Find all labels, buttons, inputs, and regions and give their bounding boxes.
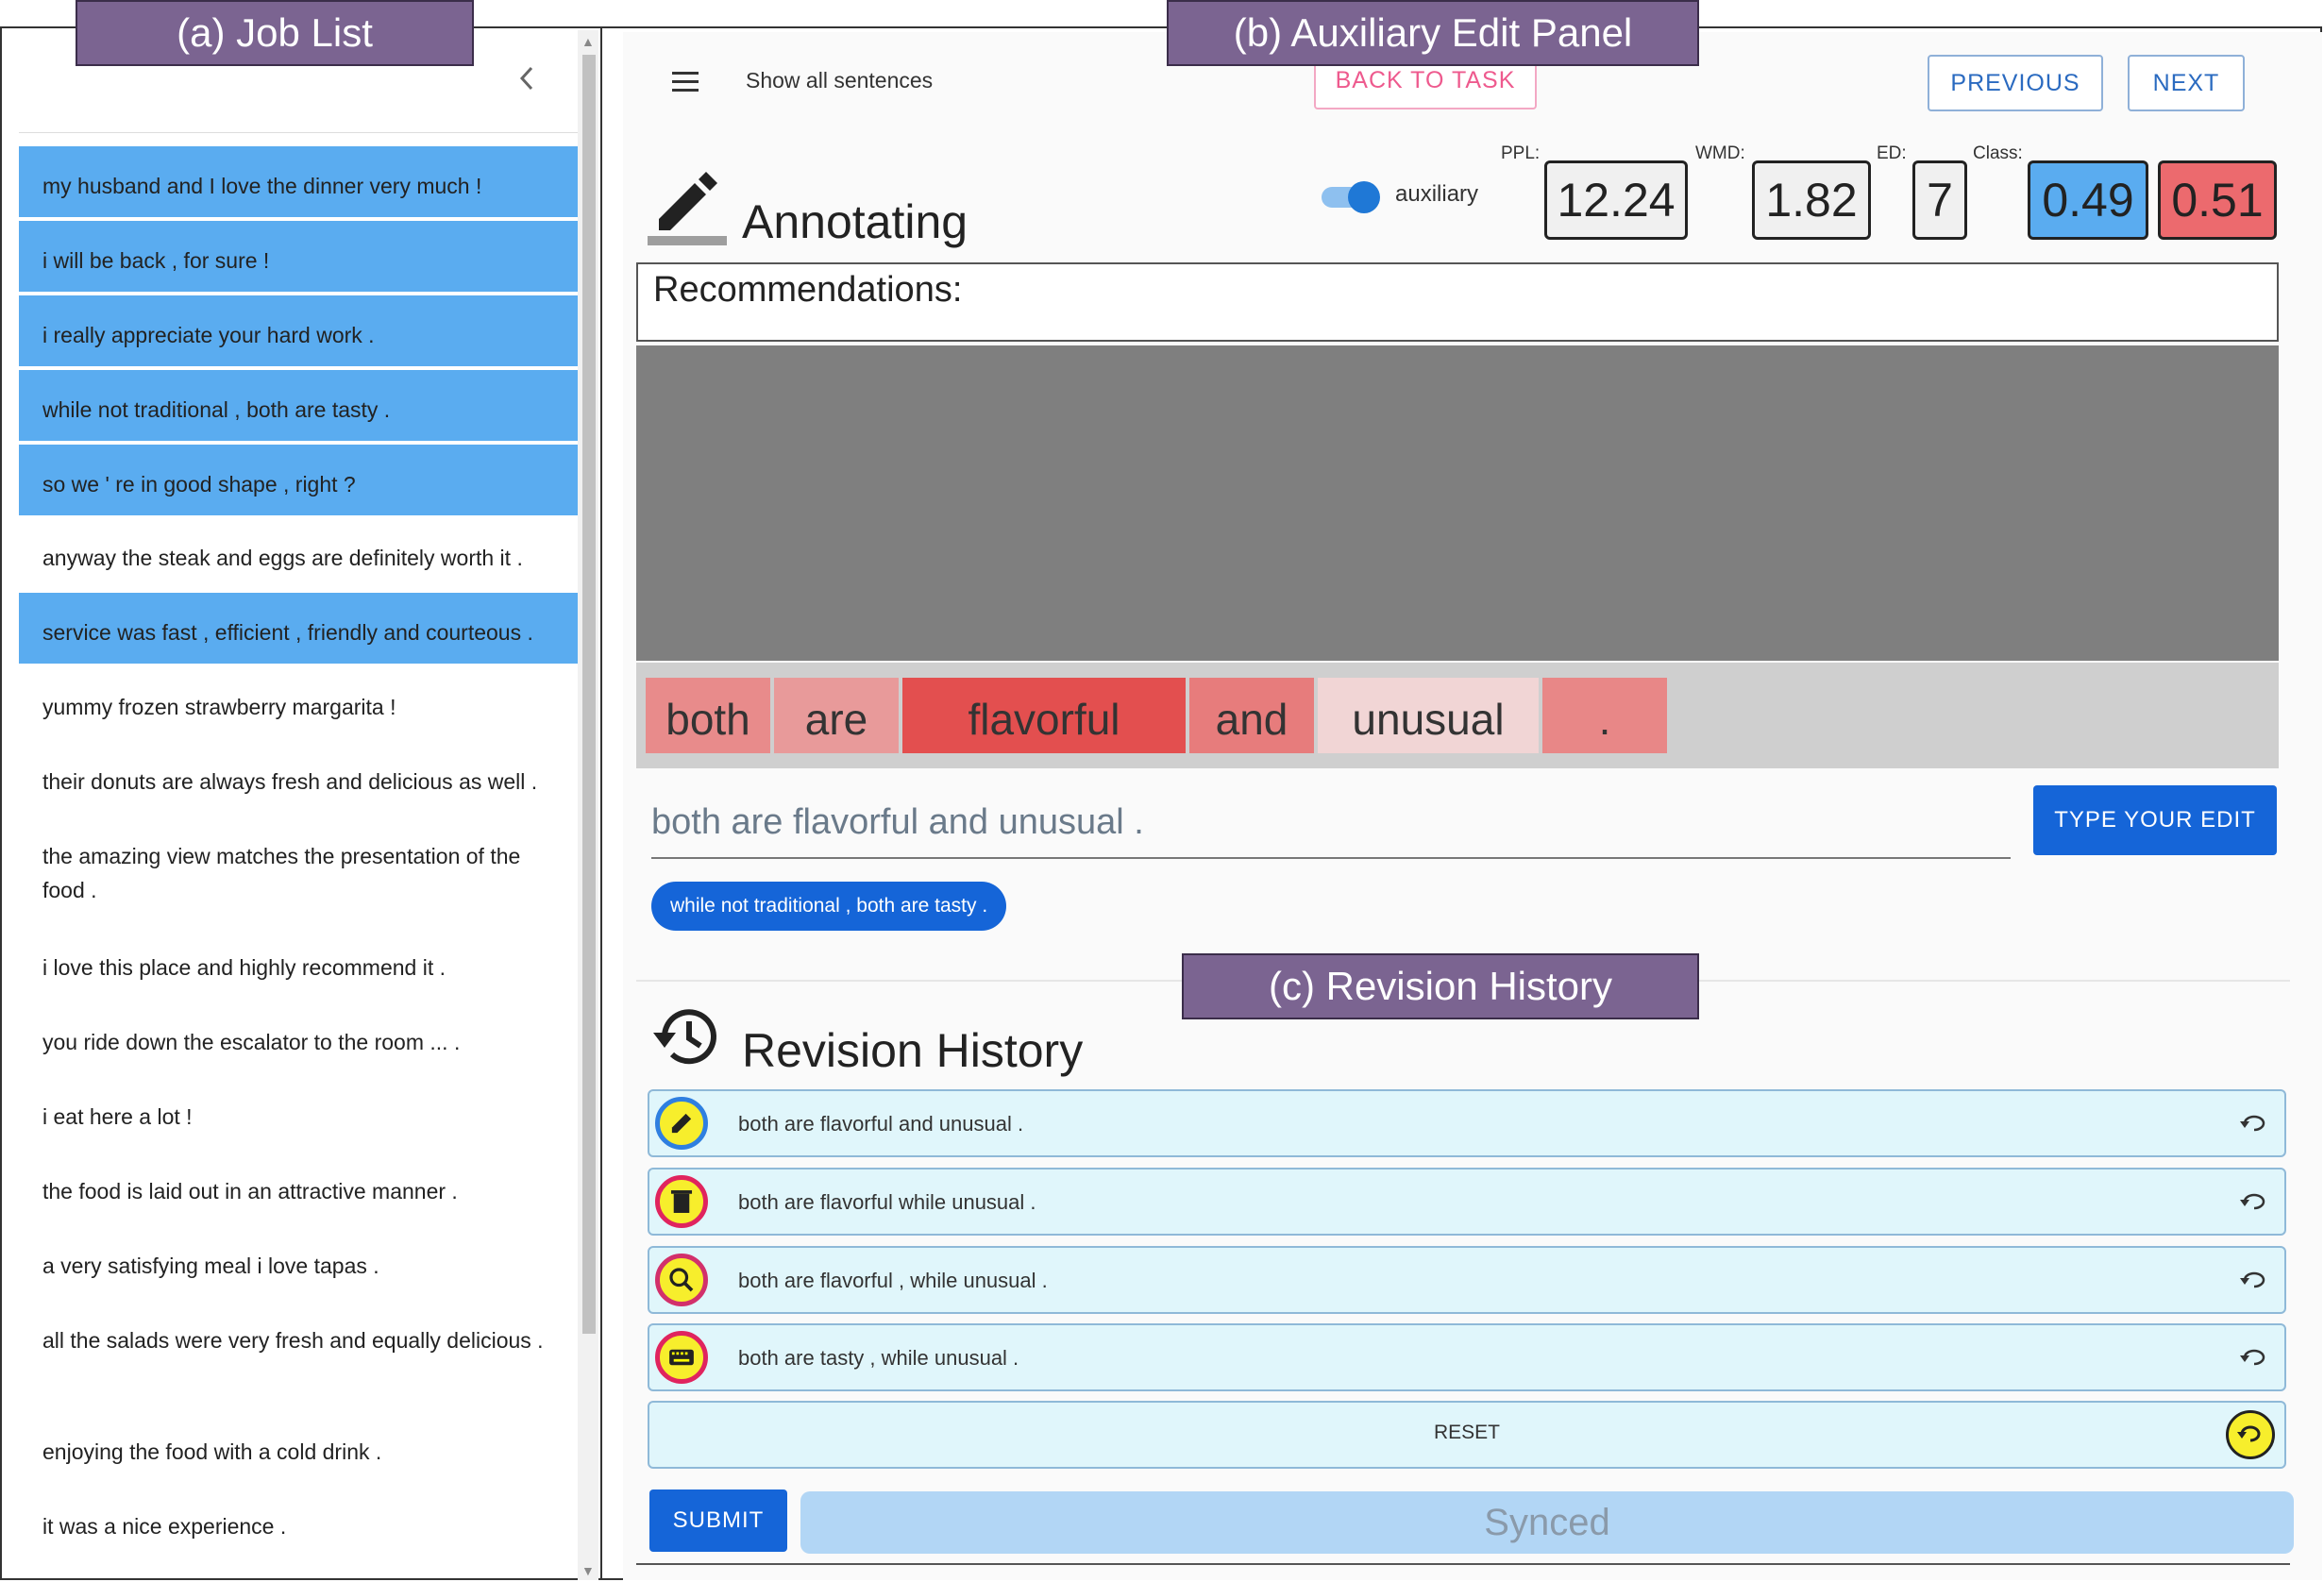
job-list-item-text: i really appreciate your hard work .: [42, 323, 375, 347]
revision-history-row[interactable]: both are flavorful and unusual .: [648, 1089, 2286, 1157]
job-list-item[interactable]: my husband and I love the dinner very mu…: [19, 146, 578, 217]
token-chip[interactable]: .: [1542, 678, 1667, 753]
revision-history-row[interactable]: both are tasty , while unusual .: [648, 1323, 2286, 1391]
revision-history-text: both are flavorful , while unusual .: [738, 1269, 1048, 1292]
job-list-item-text: so we ' re in good shape , right ?: [42, 472, 356, 496]
wmd-label: WMD:: [1695, 143, 1745, 163]
caption-revision-history: (c) Revision History: [1182, 953, 1699, 1019]
reset-button[interactable]: [2226, 1410, 2275, 1459]
undo-icon[interactable]: [2237, 1188, 2265, 1217]
job-list-item[interactable]: it was a nice experience .: [19, 1487, 578, 1557]
undo-icon[interactable]: [2237, 1110, 2265, 1138]
revision-history-title: Revision History: [742, 1024, 1084, 1077]
class-label: Class:: [1973, 143, 2023, 163]
pencil-icon: [648, 164, 729, 250]
revision-history-text: both are flavorful while unusual .: [738, 1190, 1036, 1214]
job-list-item[interactable]: anyway the steak and eggs are definitely…: [19, 518, 578, 589]
class-negative-score: 0.49: [2028, 160, 2148, 240]
job-list-item[interactable]: i will be back , for sure !: [19, 221, 578, 292]
undo-icon[interactable]: [2237, 1267, 2265, 1295]
revision-history-text: both are tasty , while unusual .: [738, 1346, 1019, 1370]
keyboard-icon: [655, 1331, 708, 1384]
job-list-item[interactable]: so we ' re in good shape , right ?: [19, 445, 578, 515]
ed-label: ED:: [1877, 143, 1907, 163]
job-list-divider: [19, 132, 578, 133]
job-list-item-text: you ride down the escalator to the room …: [42, 1030, 461, 1054]
revision-history-text: both are flavorful and unusual .: [738, 1112, 1024, 1136]
source-sentence-chip[interactable]: while not traditional , both are tasty .: [651, 882, 1007, 931]
job-list-item-text: the food is laid out in an attractive ma…: [42, 1179, 458, 1203]
job-list-item[interactable]: i eat here a lot !: [19, 1077, 578, 1148]
hamburger-menu-icon[interactable]: [672, 70, 700, 99]
chevron-left-icon[interactable]: [517, 64, 536, 101]
recommendations-list-area: [636, 345, 2279, 661]
previous-button[interactable]: PREVIOUS: [1928, 55, 2103, 111]
scroll-up-arrow-icon[interactable]: ▲: [581, 34, 595, 49]
token-chip[interactable]: are: [774, 678, 899, 753]
undo-icon[interactable]: [2237, 1344, 2265, 1372]
job-list-item-text: i love this place and highly recommend i…: [42, 955, 446, 980]
next-button[interactable]: NEXT: [2128, 55, 2245, 111]
type-your-edit-button[interactable]: TYPE YOUR EDIT: [2033, 785, 2277, 855]
job-list-item-text: i will be back , for sure !: [42, 248, 270, 273]
job-list-item-text: a very satisfying meal i love tapas .: [42, 1254, 379, 1278]
job-list-item-text: it was a nice experience .: [42, 1514, 287, 1539]
edit-input[interactable]: both are flavorful and unusual .: [651, 802, 1144, 843]
job-list-item-text: while not traditional , both are tasty .: [42, 397, 391, 422]
job-list-item[interactable]: all the salads were very fresh and equal…: [19, 1301, 578, 1406]
token-chip[interactable]: unusual: [1318, 678, 1539, 753]
recommendations-title: Recommendations:: [653, 270, 963, 310]
edit-input-underline: [651, 857, 2011, 859]
magnifier-icon: [655, 1254, 708, 1306]
job-list-item-text: the amazing view matches the presentatio…: [42, 844, 521, 902]
job-list-item[interactable]: the food is laid out in an attractive ma…: [19, 1152, 578, 1222]
job-list-item-text: anyway the steak and eggs are definitely…: [42, 546, 523, 570]
job-list-item-text: my husband and I love the dinner very mu…: [42, 174, 482, 198]
ppl-value: 12.24: [1544, 160, 1688, 240]
job-list-item-text: i eat here a lot !: [42, 1104, 193, 1129]
job-list-item[interactable]: yummy frozen strawberry margarita !: [19, 667, 578, 738]
class-positive-score: 0.51: [2158, 160, 2277, 240]
wmd-value: 1.82: [1752, 160, 1871, 240]
job-list-item[interactable]: the amazing view matches the presentatio…: [19, 816, 578, 922]
annotating-title: Annotating: [742, 195, 968, 248]
caption-job-list: (a) Job List: [76, 0, 474, 66]
auxiliary-toggle[interactable]: [1322, 179, 1380, 213]
auxiliary-toggle-label: auxiliary: [1395, 181, 1479, 207]
caption-edit-panel: (b) Auxiliary Edit Panel: [1167, 0, 1699, 66]
token-chip[interactable]: both: [646, 678, 770, 753]
job-list-item-text: their donuts are always fresh and delici…: [42, 769, 538, 794]
scroll-down-arrow-icon[interactable]: ▼: [581, 1563, 595, 1578]
ed-value: 7: [1912, 160, 1967, 240]
submit-button[interactable]: SUBMIT: [649, 1489, 787, 1552]
show-all-sentences-button[interactable]: Show all sentences: [746, 68, 933, 93]
job-list-item[interactable]: a very satisfying meal i love tapas .: [19, 1226, 578, 1297]
sync-status-bar: Synced: [800, 1491, 2294, 1554]
job-list-item[interactable]: i really appreciate your hard work .: [19, 295, 578, 366]
job-list-item[interactable]: while not traditional , both are tasty .: [19, 370, 578, 441]
job-list-item-text: service was fast , efficient , friendly …: [42, 620, 533, 645]
job-list-item-text: yummy frozen strawberry margarita !: [42, 695, 396, 719]
job-list-item[interactable]: service was fast , efficient , friendly …: [19, 593, 578, 664]
token-chip[interactable]: and: [1189, 678, 1314, 753]
reset-row: RESET: [648, 1401, 2286, 1469]
revision-history-row[interactable]: both are flavorful , while unusual .: [648, 1246, 2286, 1314]
job-list-item[interactable]: their donuts are always fresh and delici…: [19, 742, 578, 813]
job-list-item[interactable]: you ride down the escalator to the room …: [19, 1002, 578, 1073]
history-clock-icon: [651, 1001, 723, 1077]
scrollbar-thumb[interactable]: [582, 55, 596, 1334]
pencil-icon: [655, 1097, 708, 1150]
ppl-label: PPL:: [1501, 143, 1541, 163]
trash-icon: [655, 1175, 708, 1228]
token-chip[interactable]: flavorful: [902, 678, 1186, 753]
job-list-item-text: enjoying the food with a cold drink .: [42, 1439, 382, 1464]
job-list-item-text: all the salads were very fresh and equal…: [42, 1328, 544, 1353]
job-list-item[interactable]: i love this place and highly recommend i…: [19, 928, 578, 999]
job-list-item[interactable]: enjoying the food with a cold drink .: [19, 1412, 578, 1483]
reset-label: RESET: [1433, 1422, 1500, 1443]
revision-history-row[interactable]: both are flavorful while unusual .: [648, 1168, 2286, 1236]
undo-icon: [2237, 1425, 2261, 1442]
bottom-divider: [636, 1563, 2290, 1565]
